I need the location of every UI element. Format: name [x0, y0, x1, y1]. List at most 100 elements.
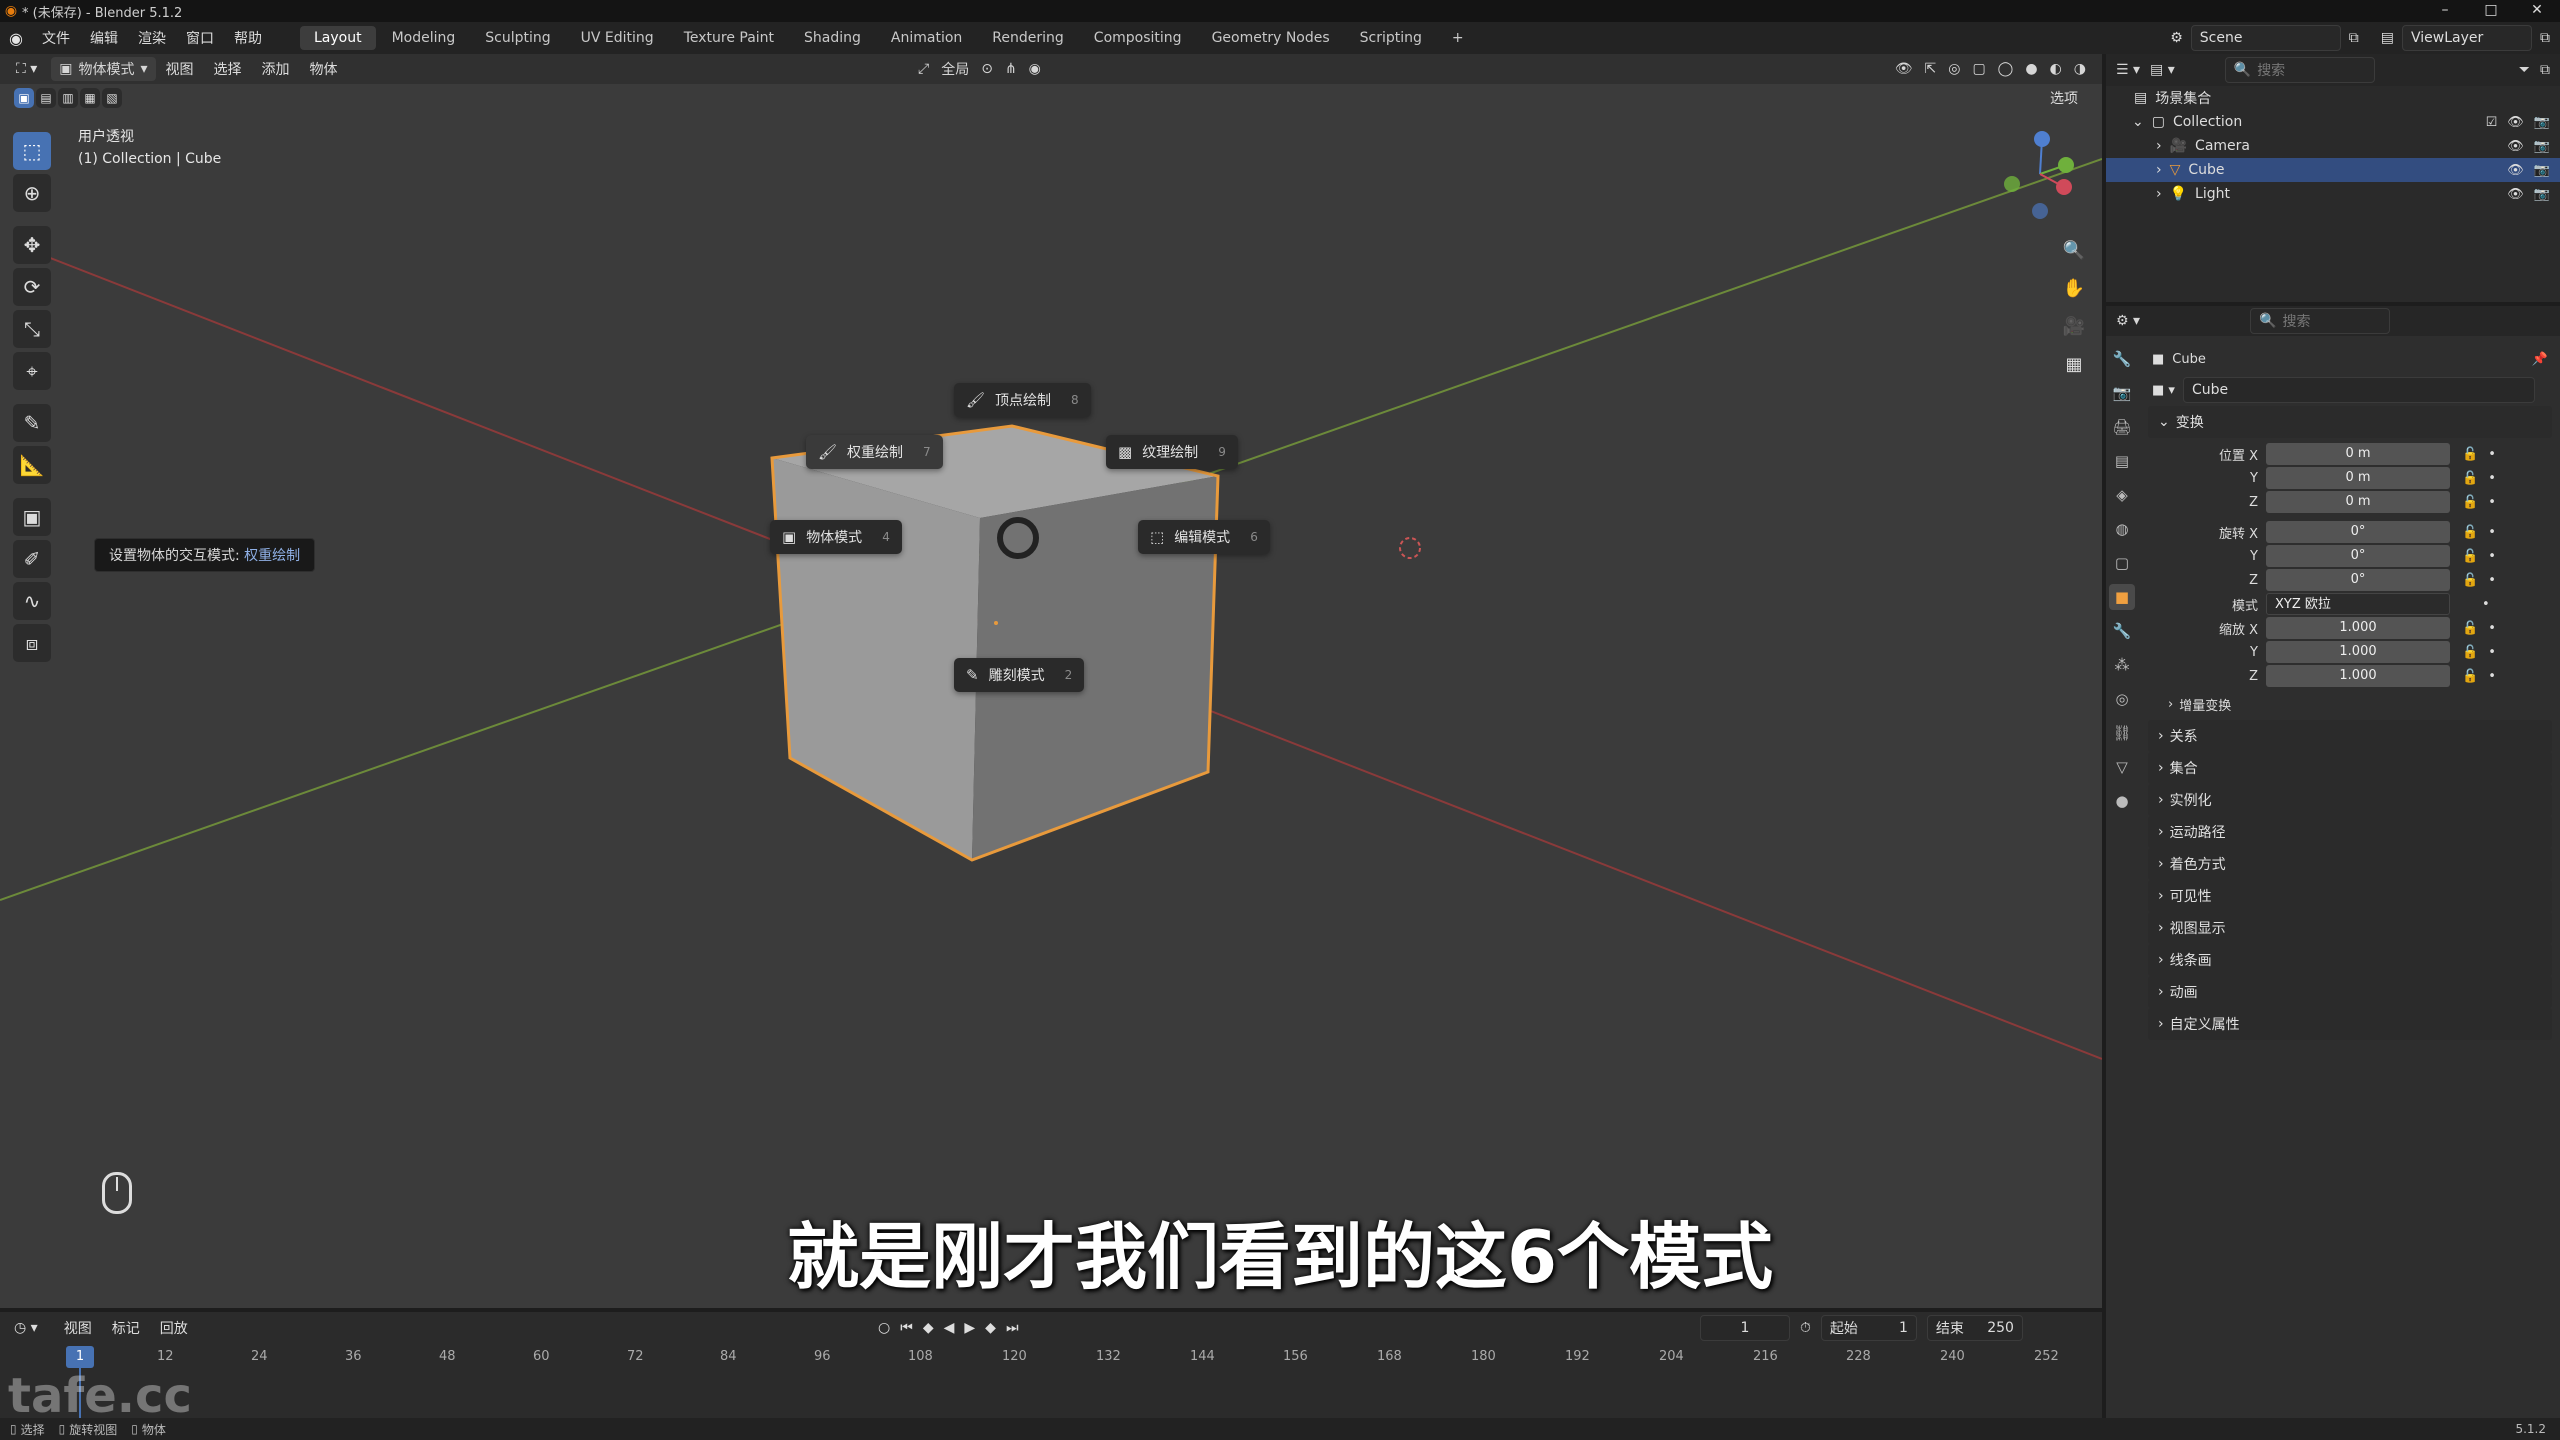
- keyframe-dot-icon[interactable]: •: [2488, 621, 2496, 636]
- timeline-ruler[interactable]: 1 12 24 36 48 60 72 84 96 108 120 132 144 156 168 180 19…: [0, 1346, 2102, 1368]
- auto-key-icon[interactable]: ○: [878, 1320, 890, 1336]
- tool-tab-icon[interactable]: 🔧: [2109, 346, 2135, 372]
- physics-tab-icon[interactable]: ◎: [2109, 686, 2135, 712]
- 3d-cursor[interactable]: [1399, 537, 1421, 559]
- constraints-tab-icon[interactable]: ⛓: [2109, 720, 2135, 746]
- object-tab-icon[interactable]: ■: [2109, 584, 2135, 610]
- panel-collections[interactable]: › 集合: [2148, 752, 2552, 784]
- tab-texture-paint[interactable]: Texture Paint: [670, 26, 788, 50]
- new-view-layer-icon[interactable]: ⧉: [2540, 30, 2550, 46]
- playhead[interactable]: 1: [66, 1346, 94, 1368]
- perspective-grid-icon[interactable]: ▦: [2058, 348, 2090, 380]
- tab-shading[interactable]: Shading: [790, 26, 875, 50]
- keyframe-dot-icon[interactable]: •: [2488, 495, 2496, 510]
- camera-icon[interactable]: 📷: [2534, 139, 2550, 154]
- play-icon[interactable]: ▶: [964, 1320, 975, 1336]
- tab-layout[interactable]: Layout: [300, 26, 376, 50]
- lock-icon[interactable]: 🔓: [2462, 621, 2478, 636]
- timeline-menu-playback[interactable]: 回放: [150, 1318, 198, 1338]
- blender-menu-icon[interactable]: ◉: [0, 29, 32, 48]
- scale-icon[interactable]: ⤡: [13, 310, 51, 348]
- chevron-down-icon[interactable]: ⌄: [2132, 114, 2144, 130]
- camera-icon[interactable]: 📷: [2534, 115, 2550, 130]
- modifier-tab-icon[interactable]: 🔧: [2109, 618, 2135, 644]
- jump-start-icon[interactable]: ⏮: [900, 1320, 913, 1336]
- transform-orientation[interactable]: 全局: [941, 59, 969, 79]
- transform-icon[interactable]: ⌖: [13, 352, 51, 390]
- editor-type-icon[interactable]: ⚙ ▾: [2116, 313, 2140, 329]
- keyframe-dot-icon[interactable]: •: [2488, 645, 2496, 660]
- tab-sculpting[interactable]: Sculpting: [471, 26, 564, 50]
- scale-x-field[interactable]: 1.000: [2266, 617, 2450, 639]
- menu-view[interactable]: 视图: [156, 59, 204, 79]
- lock-icon[interactable]: 🔓: [2462, 447, 2478, 462]
- keyframe-dot-icon[interactable]: •: [2488, 573, 2496, 588]
- collection-row[interactable]: ⌄ ▢ Collection ☑ 👁 📷: [2106, 110, 2560, 134]
- tab-rendering[interactable]: Rendering: [978, 26, 1078, 50]
- properties-search[interactable]: 🔍 搜索: [2250, 308, 2391, 334]
- panel-shading[interactable]: › 着色方式: [2148, 848, 2552, 880]
- add-workspace-button[interactable]: +: [1438, 26, 1478, 50]
- select-invert-icon[interactable]: ▦: [80, 88, 100, 108]
- start-frame-field[interactable]: 起始 1: [1820, 1315, 1917, 1341]
- panel-motion-paths[interactable]: › 运动路径: [2148, 816, 2552, 848]
- panel-instancing[interactable]: › 实例化: [2148, 784, 2552, 816]
- pie-object-mode[interactable]: ▣ 物体模式 4: [770, 520, 902, 554]
- transform-panel-header[interactable]: ⌄ 变换: [2148, 406, 2552, 438]
- object-data-icon[interactable]: ■ ▾: [2152, 383, 2175, 398]
- location-z-field[interactable]: 0 m: [2266, 491, 2450, 513]
- outliner-search[interactable]: 🔍 搜索: [2224, 57, 2375, 83]
- pan-hand-icon[interactable]: ✋: [2058, 272, 2090, 304]
- camera-view-icon[interactable]: 🎥: [2058, 310, 2090, 342]
- close-button[interactable]: ✕: [2514, 0, 2560, 22]
- rotation-mode-dropdown[interactable]: XYZ 欧拉: [2266, 593, 2450, 615]
- keyframe-dot-icon[interactable]: •: [2488, 525, 2496, 540]
- panel-line-art[interactable]: › 线条画: [2148, 944, 2552, 976]
- delta-transform-row[interactable]: › 增量变换: [2148, 688, 2560, 720]
- rotate-icon[interactable]: ⟳: [13, 268, 51, 306]
- select-intersect-icon[interactable]: ▧: [102, 88, 122, 108]
- eye-icon[interactable]: 👁: [2507, 139, 2524, 154]
- pie-edit-mode[interactable]: ⬚ 编辑模式 6: [1138, 520, 1270, 554]
- data-tab-icon[interactable]: ▽: [2109, 754, 2135, 780]
- curve-icon[interactable]: ∿: [13, 582, 51, 620]
- menu-render[interactable]: 渲染: [128, 28, 176, 48]
- jump-end-icon[interactable]: ⏭: [1006, 1320, 1019, 1336]
- lock-icon[interactable]: 🔓: [2462, 525, 2478, 540]
- 3d-viewport[interactable]: ⛶ ▾ ▣ 物体模式 ▾ 视图 选择 添加 物体 ⤢ 全局 ⊙ ⋔ ◉ 👁 ⇱ …: [0, 54, 2102, 1308]
- scene-tab-icon[interactable]: ◈: [2109, 482, 2135, 508]
- annotate-icon[interactable]: ✎: [13, 404, 51, 442]
- pie-sculpt-mode[interactable]: ✎ 雕刻模式 2: [954, 658, 1085, 692]
- next-keyframe-icon[interactable]: ◆: [985, 1320, 996, 1336]
- play-reverse-icon[interactable]: ◀: [944, 1320, 955, 1336]
- select-new-icon[interactable]: ▣: [14, 88, 34, 108]
- tab-animation[interactable]: Animation: [877, 26, 976, 50]
- move-icon[interactable]: ✥: [13, 226, 51, 264]
- pivot-icon[interactable]: ⊙: [981, 61, 993, 77]
- tab-uv-editing[interactable]: UV Editing: [567, 26, 668, 50]
- scene-collection-row[interactable]: ▤ 场景集合: [2106, 86, 2560, 110]
- snap-icon[interactable]: ⋔: [1005, 61, 1017, 77]
- end-frame-field[interactable]: 结束 250: [1926, 1315, 2023, 1341]
- current-frame-field[interactable]: 1: [1700, 1315, 1790, 1341]
- editor-type-icon[interactable]: ☰ ▾: [2116, 62, 2140, 78]
- options-dropdown[interactable]: 选项: [2050, 88, 2078, 108]
- object-name-field[interactable]: Cube: [2182, 377, 2535, 403]
- tab-scripting[interactable]: Scripting: [1346, 26, 1436, 50]
- zoom-icon[interactable]: 🔍: [2058, 234, 2090, 266]
- view-layer-selector[interactable]: ViewLayer: [2402, 25, 2532, 51]
- eye-icon[interactable]: 👁: [2507, 163, 2524, 178]
- timeline-menu-view[interactable]: 视图: [54, 1318, 102, 1338]
- timeline-menu-marker[interactable]: 标记: [102, 1318, 150, 1338]
- tab-geometry-nodes[interactable]: Geometry Nodes: [1198, 26, 1344, 50]
- chevron-right-icon[interactable]: ›: [2156, 138, 2162, 154]
- keyframe-dot-icon[interactable]: •: [2482, 597, 2490, 612]
- eye-icon[interactable]: 👁: [2507, 115, 2524, 130]
- camera-icon[interactable]: 📷: [2534, 163, 2550, 178]
- panel-custom-properties[interactable]: › 自定义属性: [2148, 1008, 2552, 1040]
- pie-texture-paint[interactable]: ▩ 纹理绘制 9: [1106, 435, 1238, 469]
- menu-edit[interactable]: 编辑: [80, 28, 128, 48]
- primitive-icon[interactable]: ⧈: [13, 624, 51, 662]
- outliner-item-cube[interactable]: › ▽ Cube 👁 📷: [2106, 158, 2560, 182]
- prev-keyframe-icon[interactable]: ◆: [923, 1320, 934, 1336]
